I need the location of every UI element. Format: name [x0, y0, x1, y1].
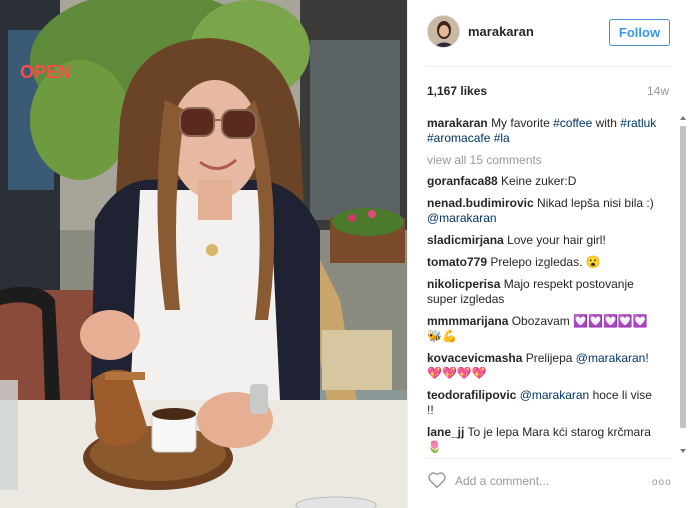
- comment-username[interactable]: tomato779: [427, 255, 487, 269]
- comment-username[interactable]: mmmmarijana: [427, 314, 508, 328]
- comment-text: Keine zuker:D: [501, 174, 577, 188]
- comment-text-after: 💖💖💖💖: [427, 366, 487, 380]
- caption: marakaran My favorite #coffee with #ratl…: [427, 116, 661, 146]
- avatar[interactable]: [427, 15, 460, 48]
- comment-username[interactable]: sladicmirjana: [427, 233, 504, 247]
- comment-footer: Add a comment... ooo: [408, 458, 688, 508]
- post-age[interactable]: 14w: [647, 84, 669, 98]
- avatar-image: [428, 16, 459, 47]
- comments-scrollbar[interactable]: [678, 116, 687, 453]
- comments-list: marakaran My favorite #coffee with #ratl…: [427, 116, 661, 453]
- likes-count[interactable]: 1,167 likes: [427, 84, 487, 98]
- comment-username[interactable]: kovacevicmasha: [427, 351, 522, 365]
- caption-text: My favorite: [491, 116, 550, 130]
- comment-mention[interactable]: @marakaran: [427, 211, 497, 225]
- comment-text: Prelepo izgledas. 😮: [490, 255, 601, 269]
- more-options-icon[interactable]: ooo: [652, 477, 672, 488]
- view-all-comments-link[interactable]: view all 15 comments: [427, 153, 661, 167]
- scroll-up-arrow-icon[interactable]: [680, 116, 686, 120]
- comment-mention[interactable]: @marakaran: [520, 388, 590, 402]
- heart-icon[interactable]: [427, 471, 447, 494]
- comment-item: tomato779 Prelepo izgledas. 😮: [427, 255, 661, 270]
- post-side-panel: marakaran Follow 1,167 likes 14w marakar…: [407, 0, 688, 508]
- comment-text: Nikad lepša nisi bila :): [537, 196, 654, 210]
- comment-item: nikolicperisa Majo respekt postovanje su…: [427, 277, 661, 307]
- hashtag-aromacafe[interactable]: #aromacafe: [427, 131, 490, 145]
- comment-item: lane_jj To je lepa Mara kći starog krčma…: [427, 425, 661, 453]
- comment-item: teodorafilipovic @marakaran hoce li vise…: [427, 388, 661, 418]
- comment-item: goranfaca88 Keine zuker:D: [427, 174, 661, 189]
- open-sign: OPEN: [20, 62, 71, 82]
- follow-button[interactable]: Follow: [609, 19, 670, 46]
- comment-item: nenad.budimirovic Nikad lepša nisi bila …: [427, 196, 661, 226]
- comment-username[interactable]: nikolicperisa: [427, 277, 500, 291]
- comment-text: Love your hair girl!: [507, 233, 606, 247]
- comment-item: sladicmirjana Love your hair girl!: [427, 233, 661, 248]
- comment-item: mmmmarijana Obozavam 💟💟💟💟💟🐝💪: [427, 314, 661, 344]
- comment-username[interactable]: goranfaca88: [427, 174, 498, 188]
- post-photo[interactable]: OPEN: [0, 0, 407, 508]
- hashtag-ratluk[interactable]: #ratluk: [620, 116, 656, 130]
- caption-text-mid: with: [595, 116, 617, 130]
- add-comment-input[interactable]: Add a comment...: [455, 474, 549, 488]
- post-username[interactable]: marakaran: [468, 24, 534, 39]
- caption-username[interactable]: marakaran: [427, 116, 488, 130]
- comment-mention[interactable]: @marakaran!: [576, 351, 649, 365]
- scroll-down-arrow-icon[interactable]: [680, 449, 686, 453]
- comment-item: kovacevicmasha Prelijepa @marakaran! 💖💖💖…: [427, 351, 661, 381]
- scroll-thumb[interactable]: [680, 126, 686, 428]
- photo-illustration: OPEN: [0, 0, 407, 508]
- header-divider: [426, 66, 671, 67]
- post-header: marakaran Follow: [408, 0, 688, 66]
- hashtag-la[interactable]: #la: [494, 131, 510, 145]
- comment-username[interactable]: teodorafilipovic: [427, 388, 516, 402]
- hashtag-coffee[interactable]: #coffee: [553, 116, 592, 130]
- comment-username[interactable]: nenad.budimirovic: [427, 196, 534, 210]
- comment-text: Prelijepa: [525, 351, 573, 365]
- comment-username[interactable]: lane_jj: [427, 425, 464, 439]
